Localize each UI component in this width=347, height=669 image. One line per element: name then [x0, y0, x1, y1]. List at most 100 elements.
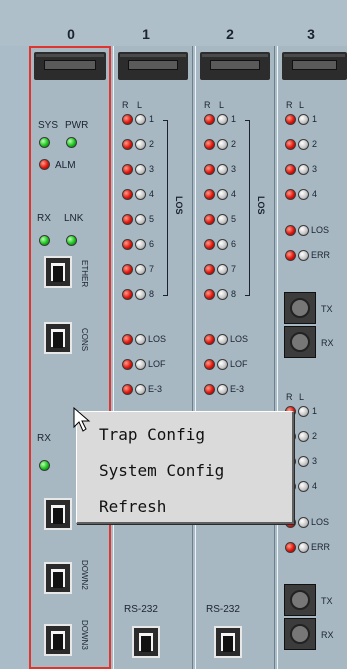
- ch3-r-led: [122, 164, 133, 175]
- ch7-l-led: [217, 264, 228, 275]
- ch4-l-led: [298, 189, 309, 200]
- rx-optic-port[interactable]: [284, 326, 316, 358]
- los-l-led: [298, 517, 309, 528]
- channel-label: 2: [231, 139, 237, 149]
- channel-label: 2: [312, 431, 318, 441]
- alarm-label: LOS: [148, 334, 167, 344]
- channel-label: 1: [312, 406, 318, 416]
- ch1-l-led: [135, 114, 146, 125]
- pwr-led-label: PWR: [65, 120, 89, 131]
- channel-label: 3: [149, 164, 155, 174]
- alarm-label: LOS: [311, 225, 330, 235]
- card-ejector-handle[interactable]: [200, 52, 270, 80]
- ch8-r-led: [204, 289, 215, 300]
- context-menu: Trap Config System Config Refresh: [76, 411, 294, 524]
- card-ejector-handle[interactable]: [118, 52, 188, 80]
- alarm-label: ERR: [311, 250, 331, 260]
- lnk-led-label: LNK: [64, 213, 84, 224]
- card-slot-3[interactable]: R L 1 2 3 4 LOS ERR TX RX R L 1 2 3 4 LO…: [277, 46, 347, 669]
- los-l-led: [217, 334, 228, 345]
- ch2-r-led: [285, 139, 296, 150]
- ch4-r-led: [122, 189, 133, 200]
- ch2-l-led: [135, 139, 146, 150]
- card-ejector-handle[interactable]: [282, 52, 347, 80]
- rx-led: [39, 235, 50, 246]
- e3-l-led: [217, 384, 228, 395]
- e3-r-led: [204, 384, 215, 395]
- cons-port[interactable]: [44, 322, 72, 354]
- alarm-label: LOF: [148, 359, 166, 369]
- lof-r-led: [204, 359, 215, 370]
- los-r-led: [122, 334, 133, 345]
- channel-label: 2: [312, 139, 318, 149]
- l-column-label: L: [137, 100, 143, 110]
- los-l-led: [135, 334, 146, 345]
- ch1-l-led: [217, 114, 228, 125]
- alarm-label: LOS: [230, 334, 249, 344]
- slot-header: 0 1 2 3: [0, 0, 347, 46]
- lof-l-led: [217, 359, 228, 370]
- tx-optic-port[interactable]: [284, 584, 316, 616]
- ch6-r-led: [122, 239, 133, 250]
- lnk-led: [66, 235, 77, 246]
- card-ejector-handle[interactable]: [34, 52, 106, 80]
- tx-label: TX: [321, 596, 333, 606]
- rx2-led-label: RX: [37, 433, 51, 444]
- down1-port[interactable]: [44, 498, 72, 530]
- channel-label: 8: [231, 289, 237, 299]
- alarm-label: E-3: [230, 384, 245, 394]
- mouse-pointer-icon: [73, 407, 91, 432]
- ch5-l-led: [135, 214, 146, 225]
- ch8-r-led: [122, 289, 133, 300]
- los-r-led: [204, 334, 215, 345]
- slot-number-2: 2: [226, 26, 234, 42]
- ch7-r-led: [204, 264, 215, 275]
- rs232-port[interactable]: [132, 626, 160, 658]
- rs232-port[interactable]: [214, 626, 242, 658]
- rx-optic-port[interactable]: [284, 618, 316, 650]
- card-slot-0[interactable]: SYS PWR ALM RX LNK ETHER CONS RX 1 DOWN2…: [29, 46, 111, 669]
- channel-label: 4: [149, 189, 155, 199]
- sys-led: [39, 137, 50, 148]
- ch3-r-led: [285, 164, 296, 175]
- channel-label: 5: [231, 214, 237, 224]
- ch3-l-led: [298, 456, 309, 467]
- lof-r-led: [122, 359, 133, 370]
- err-r-led: [285, 250, 296, 261]
- menu-item-system-config[interactable]: System Config: [99, 461, 224, 480]
- los-group-label: LOS: [174, 196, 184, 215]
- rx-led-label: RX: [37, 213, 51, 224]
- l-column-label: L: [219, 100, 225, 110]
- channel-label: 4: [231, 189, 237, 199]
- tx-optic-port[interactable]: [284, 292, 316, 324]
- ch4-l-led: [135, 189, 146, 200]
- ch1-l-led: [298, 406, 309, 417]
- card-slot-2[interactable]: R L 1 2 3 4 5 6 7 8 LOS LOS LOF E-3 RS-2…: [195, 46, 275, 669]
- ch4-r-led: [285, 189, 296, 200]
- slot-number-3: 3: [307, 26, 315, 42]
- menu-item-trap-config[interactable]: Trap Config: [99, 425, 205, 444]
- ch6-l-led: [217, 239, 228, 250]
- ch8-l-led: [135, 289, 146, 300]
- down2-port[interactable]: [44, 562, 72, 594]
- menu-item-refresh[interactable]: Refresh: [99, 497, 166, 516]
- l-column-label: L: [299, 100, 305, 110]
- err-r-led: [285, 542, 296, 553]
- r-column-label: R: [286, 100, 293, 110]
- down3-port[interactable]: [44, 624, 72, 656]
- tx-label: TX: [321, 304, 333, 314]
- rx-label: RX: [321, 338, 334, 348]
- los-group-bracket: [163, 120, 168, 296]
- channel-label: 4: [312, 189, 318, 199]
- l-column-label: L: [299, 392, 305, 402]
- los-l-led: [298, 225, 309, 236]
- r-column-label: R: [204, 100, 211, 110]
- ch2-l-led: [298, 431, 309, 442]
- ch3-l-led: [298, 164, 309, 175]
- card-slot-1[interactable]: R L 1 2 3 4 5 6 7 8 LOS LOS LOF E-3 RS-2…: [113, 46, 193, 669]
- alarm-label: ERR: [311, 542, 331, 552]
- ether-port[interactable]: [44, 256, 72, 288]
- ch1-r-led: [204, 114, 215, 125]
- channel-label: 1: [231, 114, 237, 124]
- down3-port-label: DOWN3: [80, 620, 89, 650]
